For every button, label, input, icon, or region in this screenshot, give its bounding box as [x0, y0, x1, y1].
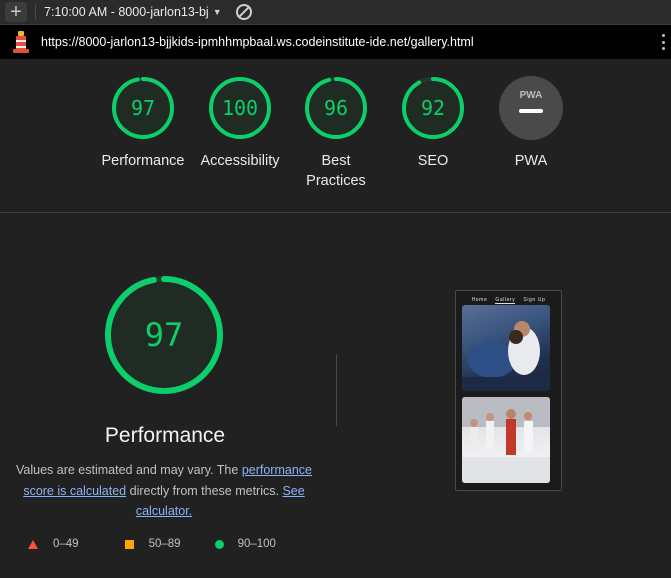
pwa-badge-text: PWA	[520, 90, 543, 101]
vertical-divider	[336, 354, 337, 426]
report-select-label: 7:10:00 AM - 8000-jarlon13-bj	[44, 5, 209, 19]
gauge-performance-score: 97	[131, 96, 155, 120]
performance-title: Performance	[104, 424, 226, 447]
gauge-accessibility-label: Accessibility	[200, 153, 280, 169]
gauge-seo-label: SEO	[417, 153, 449, 169]
legend-average: 50–89	[124, 538, 181, 550]
gauge-accessibility-score: 100	[222, 96, 258, 120]
toolbar-separator	[35, 4, 36, 20]
legend-fail: 0–49	[28, 538, 79, 550]
gauge-accessibility-ring: 100	[209, 77, 271, 139]
performance-description: Values are estimated and may vary. The p…	[14, 460, 314, 522]
gauge-best-practices-score: 96	[324, 96, 348, 120]
gauge-performance-label: Performance	[101, 153, 185, 169]
legend-pass: 90–100	[214, 538, 276, 550]
section-divider	[0, 212, 671, 213]
gallery-photo-grappling	[462, 305, 550, 391]
gauge-seo[interactable]: 92 SEO	[383, 75, 483, 171]
more-options-icon[interactable]	[662, 34, 665, 50]
gauge-best-practices-ring: 96	[305, 77, 367, 139]
pwa-badge-icon: PWA	[499, 76, 563, 140]
gauge-accessibility[interactable]: 100 Accessibility	[190, 75, 290, 171]
thumbnail-nav-gallery: Gallery	[495, 297, 516, 304]
thumbnail-nav-signup: Sign Up	[523, 297, 546, 303]
performance-score-value: 97	[145, 316, 184, 354]
performance-score-ring: 97	[105, 276, 223, 394]
pass-circle-icon	[214, 539, 224, 549]
gauge-seo-score: 92	[421, 96, 445, 120]
lighthouse-icon	[13, 31, 29, 53]
performance-score-gauge: 97	[104, 275, 224, 400]
report-url-bar: https://8000-jarlon13-bjjkids-ipmhhmpbaa…	[0, 25, 671, 59]
gauge-best-practices-label: Best Practices	[306, 153, 366, 189]
legend-fail-range: 0–49	[53, 538, 79, 550]
final-screenshot-thumbnail[interactable]: Home Gallery Sign Up	[455, 290, 562, 491]
gauge-best-practices[interactable]: 96 Best Practices	[286, 75, 386, 191]
report-url[interactable]: https://8000-jarlon13-bjjkids-ipmhhmpbaa…	[41, 35, 474, 49]
legend-average-range: 50–89	[148, 538, 181, 550]
average-square-icon	[124, 539, 134, 549]
dropdown-arrow-icon: ▼	[212, 7, 222, 17]
desc-text-1: Values are estimated and may vary. The	[16, 463, 242, 477]
gallery-photo-kids-training	[462, 397, 550, 483]
gauge-pwa[interactable]: PWA PWA	[481, 75, 581, 171]
clear-icon[interactable]	[235, 4, 252, 20]
thumbnail-nav-home: Home	[471, 297, 488, 303]
category-gauges: 97 Performance 100 Accessibility 96 Best…	[0, 59, 671, 212]
gauge-performance-ring: 97	[112, 77, 174, 139]
devtools-toolbar: + 7:10:00 AM - 8000-jarlon13-bj ▼	[0, 0, 671, 25]
score-legend: 0–49 50–89 90–100	[28, 538, 276, 550]
new-report-button[interactable]: +	[5, 2, 27, 22]
gauge-performance[interactable]: 97 Performance	[93, 75, 193, 171]
desc-text-2: directly from these metrics.	[126, 483, 283, 498]
report-select[interactable]: 7:10:00 AM - 8000-jarlon13-bj ▼	[44, 5, 222, 19]
fail-triangle-icon	[28, 539, 38, 549]
gauge-pwa-label: PWA	[514, 153, 548, 169]
legend-pass-range: 90–100	[237, 538, 276, 550]
thumbnail-nav: Home Gallery Sign Up	[456, 297, 561, 304]
gauge-seo-ring: 92	[402, 77, 464, 139]
